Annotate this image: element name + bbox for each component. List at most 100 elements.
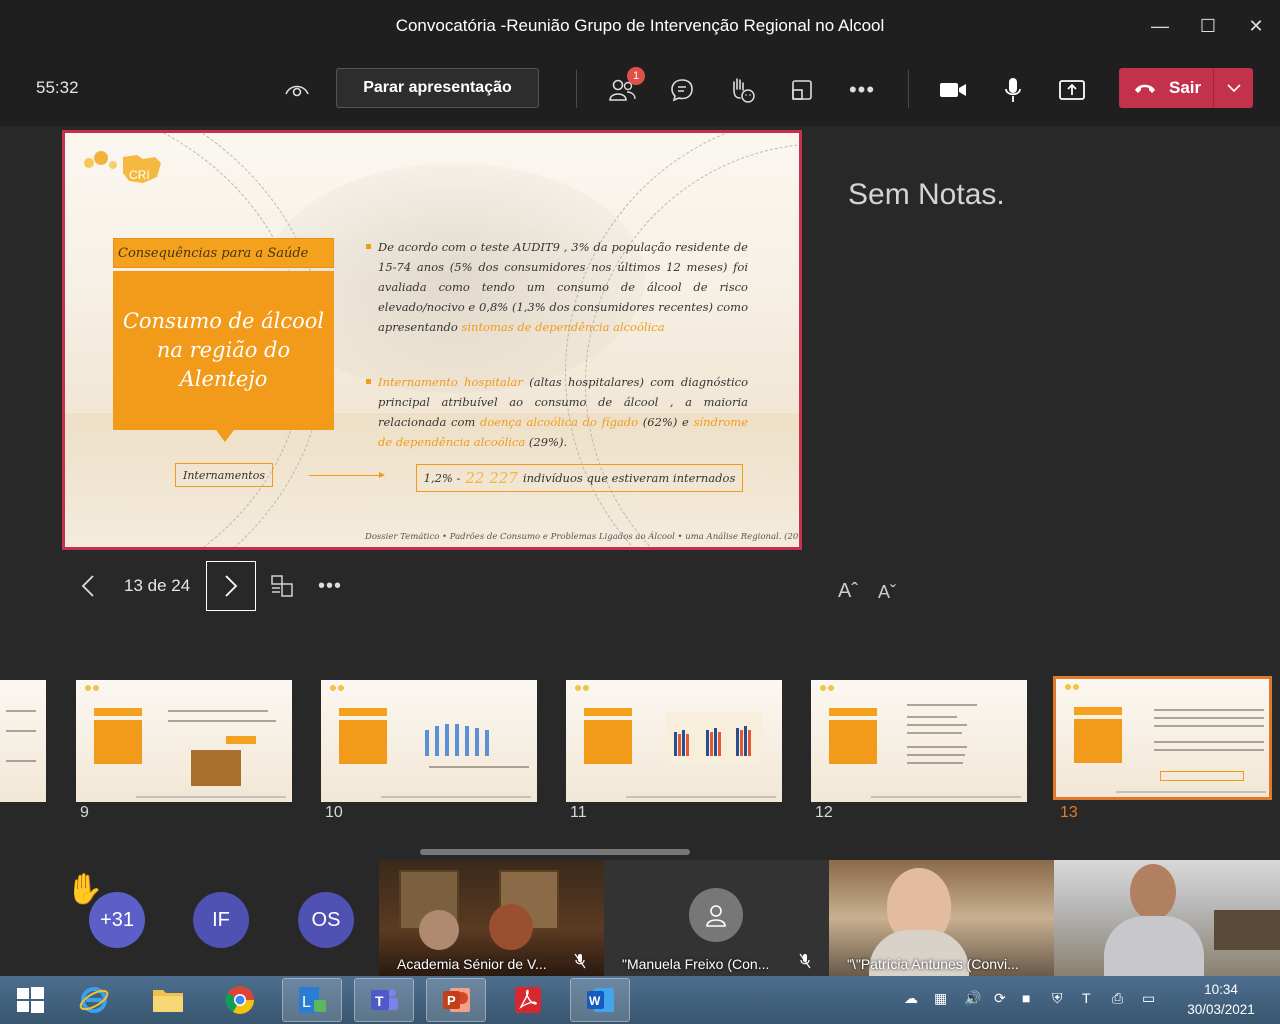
- mic-muted-icon: [799, 953, 811, 972]
- participant-person: [1130, 864, 1176, 920]
- thumb-header: [829, 708, 877, 716]
- thumb-text-line: [1154, 709, 1264, 711]
- volume-icon[interactable]: 🔊: [964, 990, 981, 1007]
- powerpoint-app[interactable]: P: [426, 978, 486, 1022]
- slide-title-pointer: [216, 430, 234, 442]
- thumb-text-line: [907, 762, 963, 764]
- leave-options-button[interactable]: [1213, 68, 1253, 108]
- sync-icon[interactable]: ⟳: [994, 990, 1006, 1007]
- start-button[interactable]: [0, 978, 60, 1022]
- slide-thumbnail[interactable]: [76, 680, 292, 802]
- thumb-footer: [871, 796, 1021, 798]
- thumb-text-line: [1154, 749, 1264, 751]
- grid-icon: [271, 575, 293, 597]
- teams-tray-icon[interactable]: T: [1082, 990, 1091, 1006]
- participant-person: [419, 910, 459, 950]
- windows-logo-icon: [17, 987, 44, 1013]
- printer-error-icon[interactable]: ⎙: [1112, 990, 1123, 1007]
- participant-video-tile[interactable]: [1054, 860, 1280, 976]
- thumb-title-box: [94, 720, 142, 764]
- svg-text:W: W: [589, 994, 601, 1008]
- slide-thumbnail[interactable]: [321, 680, 537, 802]
- minimize-button[interactable]: —: [1136, 0, 1184, 52]
- cri-logo: CRI: [84, 151, 161, 183]
- thumb-logo: [819, 684, 839, 692]
- person-icon: [689, 888, 743, 942]
- close-button[interactable]: ✕: [1232, 0, 1280, 52]
- thumb-footer: [136, 796, 286, 798]
- thumb-text-line: [1154, 725, 1264, 727]
- bullet-marker: [366, 379, 371, 384]
- slide-overview-button[interactable]: [268, 572, 296, 600]
- participant-person: [1104, 916, 1204, 976]
- thumb-result-box: [1160, 771, 1244, 781]
- next-slide-button[interactable]: [206, 561, 256, 611]
- thumb-logo: [1064, 683, 1084, 691]
- thumb-text-line: [1154, 717, 1264, 719]
- thumb-text-line: [1154, 741, 1264, 743]
- thumbnail-number: 10: [325, 804, 343, 821]
- svg-text:T: T: [375, 993, 384, 1009]
- acrobat-icon: [515, 987, 541, 1013]
- thumb-text-line: [168, 720, 276, 722]
- display-icon[interactable]: ▭: [1142, 990, 1155, 1007]
- participant-video-tile[interactable]: "Manuela Freixo (Con...: [604, 860, 829, 976]
- decrease-font-button[interactable]: Aˇ: [878, 582, 896, 603]
- taskbar-clock[interactable]: 10:34 30/03/2021: [1176, 980, 1266, 1020]
- participant-video-tile[interactable]: Academia Sénior de V...: [379, 860, 604, 976]
- chat-icon[interactable]: [666, 74, 698, 106]
- internet-explorer-app[interactable]: [64, 978, 124, 1022]
- slide-bullet-internamento: Internamento hospitalar (altas hospitala…: [366, 372, 748, 452]
- thumbnail-number: 13: [1060, 804, 1078, 821]
- chrome-app[interactable]: [210, 978, 270, 1022]
- result-prefix: 1,2% -: [423, 471, 461, 485]
- thumbnail-scrollbar[interactable]: [420, 849, 690, 855]
- thumb-text-line: [907, 746, 967, 748]
- slide-more-options-icon[interactable]: •••: [316, 572, 344, 600]
- bullet-text: (62%) e: [638, 415, 694, 429]
- view-icon[interactable]: [281, 74, 313, 106]
- participant-avatar[interactable]: OS: [298, 892, 354, 948]
- file-explorer-app[interactable]: [138, 978, 198, 1022]
- raise-hand-react-icon[interactable]: [726, 74, 758, 106]
- thumb-title-box: [829, 720, 877, 764]
- arrow-right: [309, 472, 385, 478]
- microphone-icon[interactable]: [997, 74, 1029, 106]
- rooms-icon[interactable]: [786, 74, 818, 106]
- internamentos-label: Internamentos: [175, 463, 273, 487]
- increase-font-button[interactable]: Aˆ: [838, 580, 858, 603]
- thumb-label: [226, 736, 256, 744]
- camera-icon[interactable]: [937, 74, 969, 106]
- participant-avatar[interactable]: IF: [193, 892, 249, 948]
- more-actions-icon[interactable]: •••: [846, 74, 878, 106]
- leave-button[interactable]: Sair: [1119, 68, 1253, 108]
- share-screen-icon[interactable]: [1056, 74, 1088, 106]
- shield-icon[interactable]: ⛨: [1052, 990, 1063, 1007]
- thumb-chart: [666, 712, 762, 762]
- slide-title: Consumo de álcool na região do Alentejo: [122, 309, 325, 391]
- security-icon[interactable]: ■: [1022, 990, 1030, 1006]
- more-participants-avatar[interactable]: +31: [89, 892, 145, 948]
- slide-thumbnail-active[interactable]: [1053, 676, 1272, 800]
- lync-app[interactable]: L: [282, 978, 342, 1022]
- slide-thumbnail[interactable]: [566, 680, 782, 802]
- acrobat-app[interactable]: [498, 978, 558, 1022]
- previous-slide-button[interactable]: [74, 570, 102, 602]
- background-shelf: [1214, 910, 1280, 950]
- stop-presenting-button[interactable]: Parar apresentação: [336, 68, 539, 108]
- thumb-header: [584, 708, 632, 716]
- teams-app[interactable]: T: [354, 978, 414, 1022]
- participant-name: "Manuela Freixo (Con...: [622, 956, 770, 972]
- slide-thumbnail[interactable]: [811, 680, 1027, 802]
- cloud-warning-icon[interactable]: ☁: [904, 990, 918, 1007]
- participant-video-tile[interactable]: "\"Patrícia Antunes (Convi...: [829, 860, 1054, 976]
- participants-row: ✋ +31 IF OS Academia Sénior de V... "Man…: [0, 856, 1280, 976]
- maximize-button[interactable]: ☐: [1184, 0, 1232, 52]
- network-error-icon[interactable]: ▦: [934, 990, 947, 1007]
- chevron-right-icon: [225, 575, 238, 597]
- slide-thumbnail-partial[interactable]: [0, 680, 46, 802]
- thumb-text-line: [907, 716, 957, 718]
- slide-title-box: Consumo de álcool na região do Alentejo: [113, 271, 334, 430]
- word-app[interactable]: W: [570, 978, 630, 1022]
- clock-time: 10:34: [1204, 982, 1238, 997]
